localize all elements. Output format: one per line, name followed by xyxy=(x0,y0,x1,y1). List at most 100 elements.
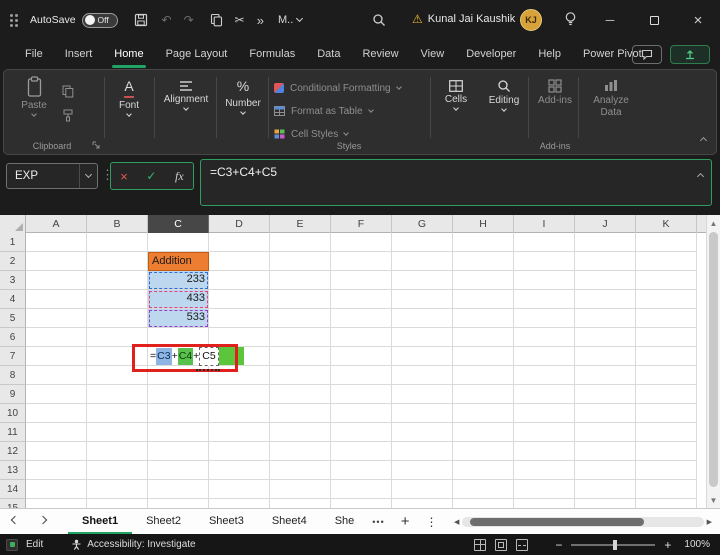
enter-button[interactable]: ✓ xyxy=(146,169,156,183)
close-button[interactable]: × xyxy=(676,0,720,40)
accessibility-checker[interactable]: Accessibility: Investigate xyxy=(71,539,196,550)
column-header-F[interactable]: F xyxy=(331,215,392,233)
cell-F9[interactable] xyxy=(331,385,392,404)
cell-C15[interactable] xyxy=(148,499,209,508)
cell-H6[interactable] xyxy=(453,328,514,347)
cell-H5[interactable] xyxy=(453,309,514,328)
vertical-scrollbar-thumb[interactable] xyxy=(709,232,718,487)
cell-K14[interactable] xyxy=(636,480,697,499)
cell-B5[interactable] xyxy=(87,309,148,328)
cell-D14[interactable] xyxy=(209,480,270,499)
cell-E7[interactable] xyxy=(270,347,331,366)
cell-F3[interactable] xyxy=(331,271,392,290)
cell-G3[interactable] xyxy=(392,271,453,290)
cell-B11[interactable] xyxy=(87,423,148,442)
cell-J11[interactable] xyxy=(575,423,636,442)
cell-F15[interactable] xyxy=(331,499,392,508)
cell-H4[interactable] xyxy=(453,290,514,309)
add-sheet-button[interactable]: + xyxy=(401,513,410,530)
analyze-data-button[interactable]: Analyze Data xyxy=(584,76,638,119)
cell-C2[interactable]: Addition xyxy=(148,252,209,271)
cell-I3[interactable] xyxy=(514,271,575,290)
cell-C10[interactable] xyxy=(148,404,209,423)
cell-A4[interactable] xyxy=(26,290,87,309)
undo-button[interactable]: ↶ xyxy=(162,14,172,26)
sheet-tab-sheet1[interactable]: Sheet1 xyxy=(68,509,132,534)
zoom-slider[interactable] xyxy=(571,539,656,550)
cell-D9[interactable] xyxy=(209,385,270,404)
cancel-button[interactable]: × xyxy=(120,169,128,184)
cell-C11[interactable] xyxy=(148,423,209,442)
column-header-K[interactable]: K xyxy=(636,215,697,233)
tab-home[interactable]: Home xyxy=(103,40,154,69)
insert-function-button[interactable]: fx xyxy=(175,169,184,184)
autosave-switch[interactable]: Off xyxy=(81,12,118,28)
cell-I2[interactable] xyxy=(514,252,575,271)
sheet-overflow-button[interactable]: ••• xyxy=(368,509,388,534)
row-header-1[interactable]: 1 xyxy=(0,233,26,252)
row-header-9[interactable]: 9 xyxy=(0,385,26,404)
cell-B15[interactable] xyxy=(87,499,148,508)
cell-I4[interactable] xyxy=(514,290,575,309)
cell-K6[interactable] xyxy=(636,328,697,347)
cell-A9[interactable] xyxy=(26,385,87,404)
cell-E6[interactable] xyxy=(270,328,331,347)
column-header-B[interactable]: B xyxy=(87,215,148,233)
cell-A8[interactable] xyxy=(26,366,87,385)
cell-K7[interactable] xyxy=(636,347,697,366)
scroll-left-button[interactable]: ◀ xyxy=(454,518,459,526)
cell-K12[interactable] xyxy=(636,442,697,461)
cell-E2[interactable] xyxy=(270,252,331,271)
cell-C4[interactable]: 433 xyxy=(148,290,209,309)
row-header-11[interactable]: 11 xyxy=(0,423,26,442)
addins-button[interactable]: Add-ins xyxy=(532,76,578,106)
cell-K8[interactable] xyxy=(636,366,697,385)
column-header-D[interactable]: D xyxy=(209,215,270,233)
row-header-2[interactable]: 2 xyxy=(0,252,26,271)
cell-E4[interactable] xyxy=(270,290,331,309)
cell-J7[interactable] xyxy=(575,347,636,366)
tab-page-layout[interactable]: Page Layout xyxy=(155,40,239,69)
cell-A10[interactable] xyxy=(26,404,87,423)
font-group-button[interactable]: A Font xyxy=(108,76,150,117)
cell-F11[interactable] xyxy=(331,423,392,442)
cell-G14[interactable] xyxy=(392,480,453,499)
cell-A5[interactable] xyxy=(26,309,87,328)
row-header-14[interactable]: 14 xyxy=(0,480,26,499)
more-commands-icon[interactable]: » xyxy=(257,14,264,27)
cell-D4[interactable] xyxy=(209,290,270,309)
tab-review[interactable]: Review xyxy=(351,40,409,69)
cell-I5[interactable] xyxy=(514,309,575,328)
zoom-out-button[interactable]: − xyxy=(555,538,562,552)
horizontal-scrollbar-track[interactable] xyxy=(462,517,704,527)
alignment-group-button[interactable]: Alignment xyxy=(158,76,214,111)
cell-G1[interactable] xyxy=(392,233,453,252)
cell-K11[interactable] xyxy=(636,423,697,442)
cell-I12[interactable] xyxy=(514,442,575,461)
row-header-4[interactable]: 4 xyxy=(0,290,26,309)
cell-A13[interactable] xyxy=(26,461,87,480)
cell-J9[interactable] xyxy=(575,385,636,404)
scroll-up-button[interactable]: ▲ xyxy=(707,215,720,231)
maximize-button[interactable] xyxy=(632,0,676,40)
cell-G8[interactable] xyxy=(392,366,453,385)
normal-view-button[interactable] xyxy=(474,538,487,551)
row-header-8[interactable]: 8 xyxy=(0,366,26,385)
cell-E13[interactable] xyxy=(270,461,331,480)
cell-D3[interactable] xyxy=(209,271,270,290)
cell-C3[interactable]: 233 xyxy=(148,271,209,290)
cell-J13[interactable] xyxy=(575,461,636,480)
editing-group-button[interactable]: Editing xyxy=(482,76,526,112)
row-header-15[interactable]: 15 xyxy=(0,499,26,508)
cell-K15[interactable] xyxy=(636,499,697,508)
cell-F8[interactable] xyxy=(331,366,392,385)
cell-C14[interactable] xyxy=(148,480,209,499)
cell-H15[interactable] xyxy=(453,499,514,508)
cell-D10[interactable] xyxy=(209,404,270,423)
cell-H2[interactable] xyxy=(453,252,514,271)
cell-F14[interactable] xyxy=(331,480,392,499)
cell-K5[interactable] xyxy=(636,309,697,328)
tell-me-button[interactable] xyxy=(564,11,577,27)
cell-F1[interactable] xyxy=(331,233,392,252)
cell-H8[interactable] xyxy=(453,366,514,385)
